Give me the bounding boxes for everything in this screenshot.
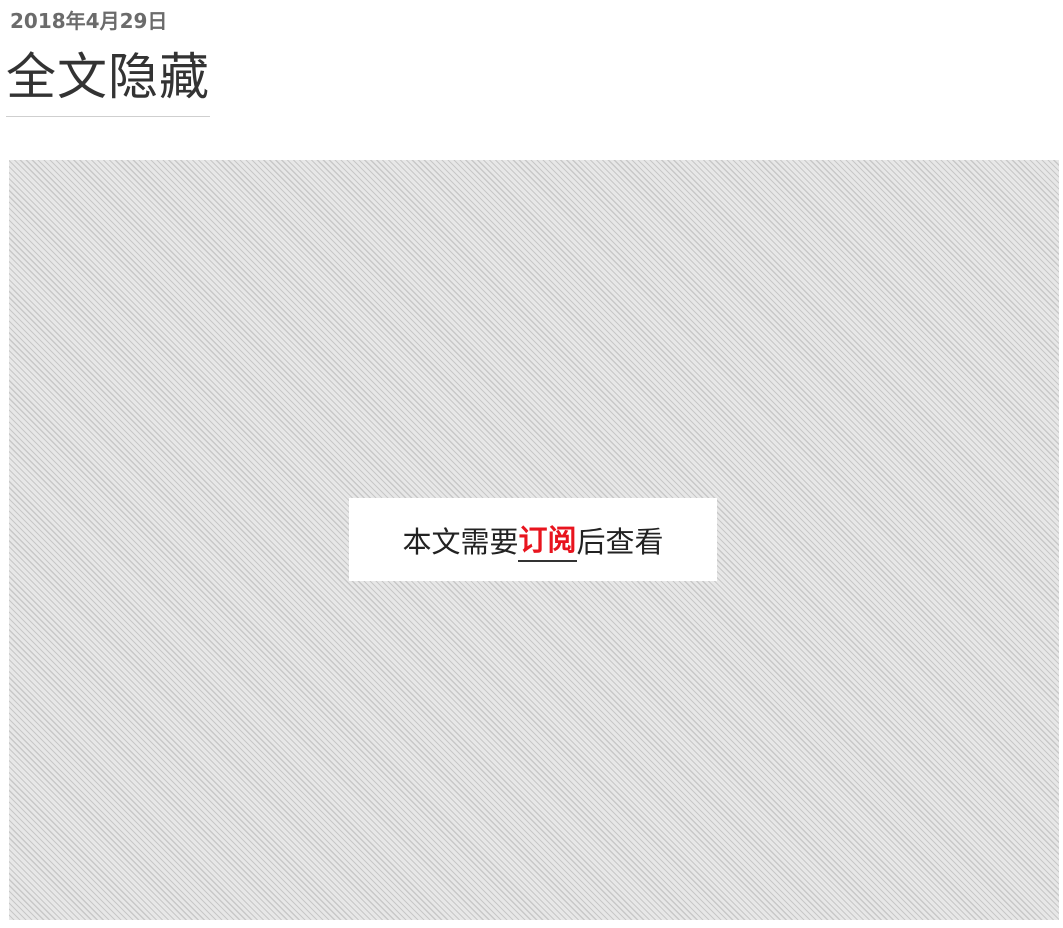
post-date: 2018年4月29日 — [10, 9, 168, 33]
subscribe-link[interactable]: 订阅 — [518, 517, 577, 562]
paywall-overlay: 本文需要 订阅 后查看 — [9, 160, 1059, 920]
page-title: 全文隐藏 — [6, 46, 210, 117]
subscribe-notice: 本文需要 订阅 后查看 — [349, 498, 717, 581]
notice-text-after: 后查看 — [576, 524, 664, 559]
notice-text-before: 本文需要 — [402, 524, 519, 559]
